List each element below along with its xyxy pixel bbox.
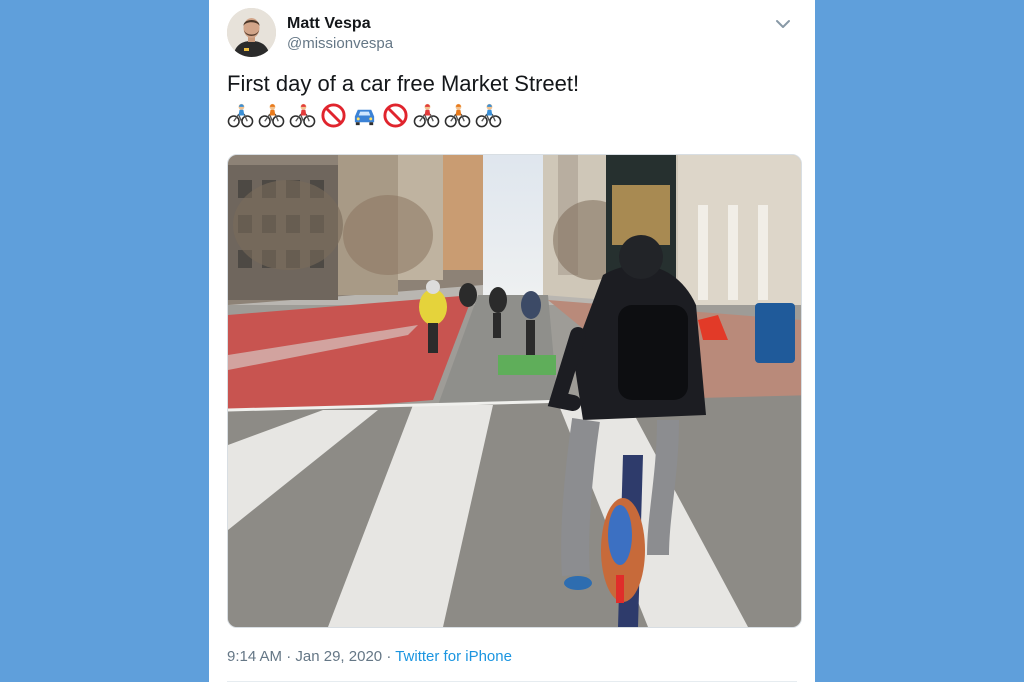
avatar-image: [227, 8, 276, 57]
emoji-row: [227, 98, 502, 132]
car-icon: [354, 109, 375, 125]
author-name[interactable]: Matt Vespa: [287, 15, 371, 33]
tweet-header: Matt Vespa @missionvespa: [227, 8, 797, 58]
prohibited-icon: [321, 102, 346, 128]
woman-biking-icon: [289, 103, 316, 127]
person-biking-icon: [258, 103, 285, 127]
chevron-down-icon[interactable]: [773, 14, 793, 34]
street-photo-image: [228, 155, 801, 627]
tweet-photo[interactable]: [227, 154, 802, 628]
tweet-meta: 9:14 AM · Jan 29, 2020 · Twitter for iPh…: [227, 648, 512, 665]
meta-separator: ·: [386, 648, 392, 665]
person-biking-icon: [444, 103, 471, 127]
prohibited-icon: [383, 102, 408, 128]
tweet-time[interactable]: 9:14 AM: [227, 648, 282, 665]
tweet-card: Matt Vespa @missionvespa First day of a …: [209, 0, 815, 682]
tweet-date[interactable]: Jan 29, 2020: [295, 648, 382, 665]
author-handle: @missionvespa: [287, 35, 394, 52]
man-biking-icon: [475, 103, 502, 127]
tweet-source-link[interactable]: Twitter for iPhone: [395, 648, 512, 665]
meta-separator: ·: [286, 648, 292, 665]
tweet-text: First day of a car free Market Street!: [227, 71, 580, 96]
avatar[interactable]: [227, 8, 276, 57]
woman-biking-icon: [413, 103, 440, 127]
man-biking-icon: [227, 103, 254, 127]
